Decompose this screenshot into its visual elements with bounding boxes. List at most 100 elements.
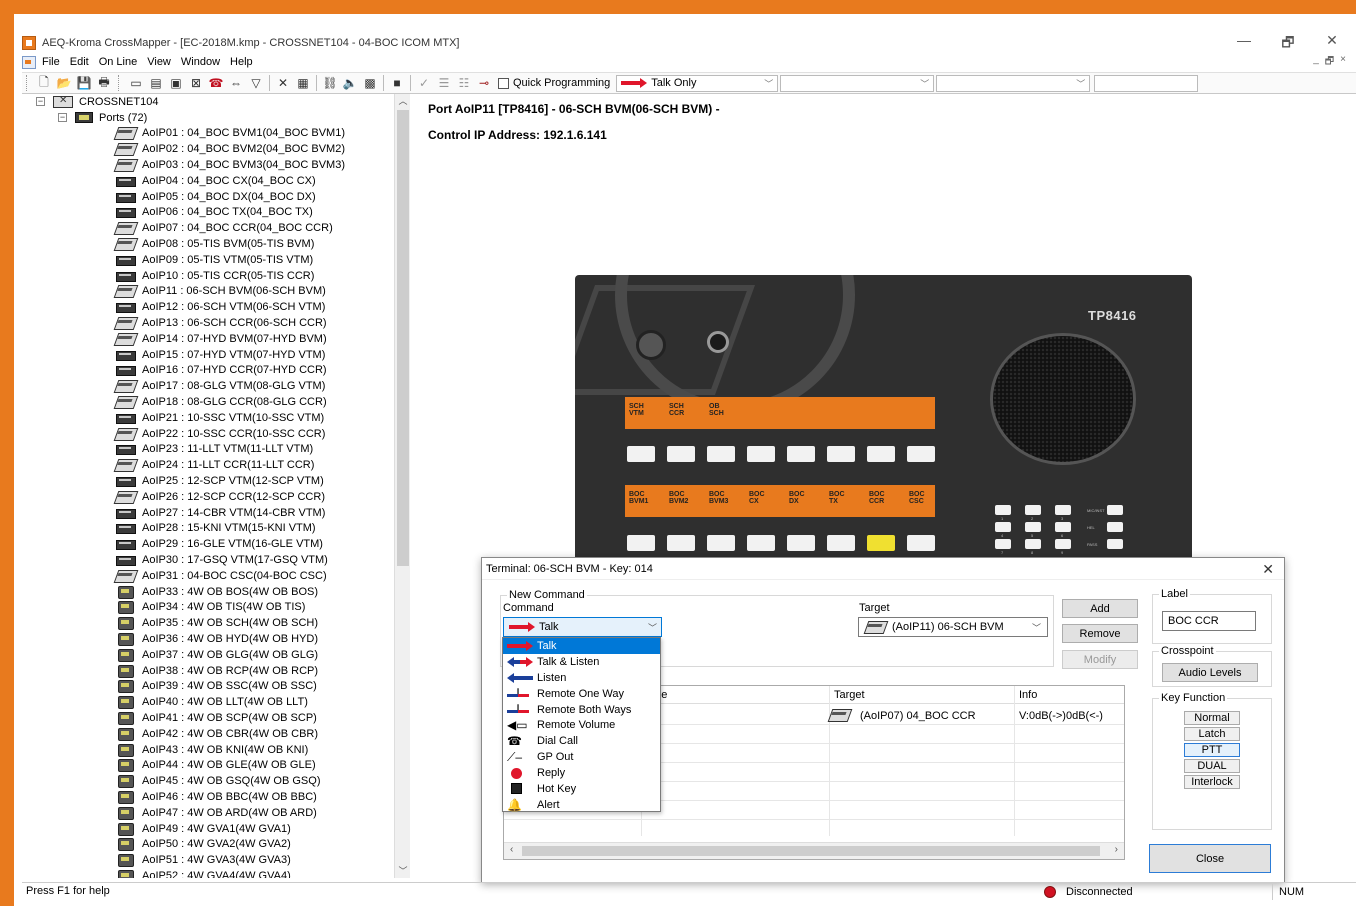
- link-icon[interactable]: ⇔: [227, 75, 245, 91]
- toolbar-grip[interactable]: [26, 75, 30, 91]
- mdi-close-button[interactable]: ×: [1340, 54, 1346, 71]
- tree-port-item[interactable]: AoIP49 : 4W GVA1(4W GVA1): [22, 821, 409, 837]
- dropdown-option[interactable]: Hot Key: [503, 781, 660, 797]
- dialog-close-icon[interactable]: ✕: [1262, 561, 1274, 578]
- tree-root[interactable]: − CROSSNET104: [22, 94, 409, 110]
- menu-online[interactable]: On Line: [99, 56, 138, 68]
- dropdown-option[interactable]: ⟋– GP Out: [503, 749, 660, 765]
- tree-port-item[interactable]: AoIP18 : 08-GLG CCR(08-GLG CCR): [22, 394, 409, 410]
- tree-port-item[interactable]: AoIP16 : 07-HYD CCR(07-HYD CCR): [22, 363, 409, 379]
- check-icon[interactable]: ✓: [415, 75, 433, 91]
- menu-view[interactable]: View: [147, 56, 171, 68]
- tree-scrollbar[interactable]: ︿ ﹀: [394, 94, 410, 878]
- menu-file[interactable]: File: [42, 56, 60, 68]
- tree-port-item[interactable]: AoIP13 : 06-SCH CCR(06-SCH CCR): [22, 315, 409, 331]
- phone-icon[interactable]: ☎: [207, 75, 225, 91]
- tree-port-item[interactable]: AoIP39 : 4W OB SSC(4W OB SSC): [22, 678, 409, 694]
- download-icon[interactable]: ☷: [455, 75, 473, 91]
- tree-port-item[interactable]: AoIP33 : 4W OB BOS(4W OB BOS): [22, 584, 409, 600]
- tree-port-item[interactable]: AoIP01 : 04_BOC BVM1(04_BOC BVM1): [22, 126, 409, 142]
- collapse-icon[interactable]: −: [36, 97, 45, 107]
- tree-port-item[interactable]: AoIP43 : 4W OB KNI(4W OB KNI): [22, 742, 409, 758]
- tree-port-item[interactable]: AoIP27 : 14-CBR VTM(14-CBR VTM): [22, 505, 409, 521]
- remove-button[interactable]: Remove: [1062, 624, 1138, 643]
- tree-port-item[interactable]: AoIP04 : 04_BOC CX(04_BOC CX): [22, 173, 409, 189]
- document-icon[interactable]: [22, 55, 36, 69]
- dropdown-option[interactable]: Talk & Listen: [503, 654, 660, 670]
- tree-port-item[interactable]: AoIP47 : 4W OB ARD(4W OB ARD): [22, 805, 409, 821]
- dropdown-option[interactable]: Listen: [503, 670, 660, 686]
- save-icon[interactable]: 💾: [75, 75, 93, 91]
- tree-port-item[interactable]: AoIP02 : 04_BOC BVM2(04_BOC BVM2): [22, 141, 409, 157]
- tree-port-item[interactable]: AoIP09 : 05-TIS VTM(05-TIS VTM): [22, 252, 409, 268]
- command-select[interactable]: Talk ﹀: [503, 617, 662, 637]
- new-file-icon[interactable]: 🗋: [35, 75, 53, 91]
- scroll-thumb[interactable]: [397, 110, 409, 566]
- tree-port-item[interactable]: AoIP23 : 11-LLT VTM(11-LLT VTM): [22, 442, 409, 458]
- menu-edit[interactable]: Edit: [70, 56, 89, 68]
- modify-button[interactable]: Modify: [1062, 650, 1138, 669]
- print-icon[interactable]: 🖶: [95, 75, 113, 91]
- dropdown-option[interactable]: Reply: [503, 765, 660, 781]
- mdi-restore-button[interactable]: 🗗: [1325, 54, 1334, 71]
- key-function-ptt-button[interactable]: PTT: [1184, 743, 1240, 757]
- network-icon[interactable]: ⛓: [321, 75, 339, 91]
- tree-port-item[interactable]: AoIP40 : 4W OB LLT(4W OB LLT): [22, 694, 409, 710]
- plug-icon[interactable]: ⊸: [475, 75, 493, 91]
- open-folder-icon[interactable]: 📂: [55, 75, 73, 91]
- filter-icon[interactable]: ▽: [247, 75, 265, 91]
- tree-port-item[interactable]: AoIP06 : 04_BOC TX(04_BOC TX): [22, 205, 409, 221]
- tree-port-item[interactable]: AoIP22 : 10-SSC CCR(10-SSC CCR): [22, 426, 409, 442]
- delete-icon[interactable]: ✕: [274, 75, 292, 91]
- audio-levels-button[interactable]: Audio Levels: [1162, 663, 1258, 682]
- tree-port-item[interactable]: AoIP10 : 05-TIS CCR(05-TIS CCR): [22, 268, 409, 284]
- close-button[interactable]: Close: [1149, 844, 1271, 873]
- talk-mode-select[interactable]: Talk Only ﹀: [616, 74, 779, 92]
- quick-programming-checkbox[interactable]: Quick Programming: [498, 77, 610, 89]
- tree-port-item[interactable]: AoIP38 : 4W OB RCP(4W OB RCP): [22, 663, 409, 679]
- tree-port-item[interactable]: AoIP52 : 4W GVA4(4W GVA4): [22, 868, 409, 878]
- label-input[interactable]: BOC CCR: [1162, 611, 1256, 631]
- volume-icon[interactable]: 🔈: [341, 75, 359, 91]
- tree-port-item[interactable]: AoIP46 : 4W OB BBC(4W OB BBC): [22, 789, 409, 805]
- tree-port-item[interactable]: AoIP25 : 12-SCP VTM(12-SCP VTM): [22, 473, 409, 489]
- key-function-latch-button[interactable]: Latch: [1184, 727, 1240, 741]
- tree-port-item[interactable]: AoIP12 : 06-SCH VTM(06-SCH VTM): [22, 299, 409, 315]
- toolbar-grip[interactable]: [118, 75, 122, 91]
- key-function-interlock-button[interactable]: Interlock: [1184, 775, 1240, 789]
- scroll-right-icon[interactable]: ›: [1115, 844, 1118, 855]
- tree-port-item[interactable]: AoIP29 : 16-GLE VTM(16-GLE VTM): [22, 536, 409, 552]
- tree-port-item[interactable]: AoIP28 : 15-KNI VTM(15-KNI VTM): [22, 521, 409, 537]
- key-function-dual-button[interactable]: DUAL: [1184, 759, 1240, 773]
- toolbar-select-2[interactable]: ﹀: [780, 74, 935, 92]
- tree-port-item[interactable]: AoIP34 : 4W OB TIS(4W OB TIS): [22, 600, 409, 616]
- tree-port-item[interactable]: AoIP45 : 4W OB GSQ(4W OB GSQ): [22, 773, 409, 789]
- tree-port-item[interactable]: AoIP31 : 04-BOC CSC(04-BOC CSC): [22, 568, 409, 584]
- collapse-icon[interactable]: −: [58, 113, 67, 123]
- tree-port-item[interactable]: AoIP41 : 4W OB SCP(4W OB SCP): [22, 710, 409, 726]
- tree-port-item[interactable]: AoIP07 : 04_BOC CCR(04_BOC CCR): [22, 220, 409, 236]
- tree-port-item[interactable]: AoIP44 : 4W OB GLE(4W OB GLE): [22, 757, 409, 773]
- tree-port-item[interactable]: AoIP17 : 08-GLG VTM(08-GLG VTM): [22, 378, 409, 394]
- keypad-icon[interactable]: ▤: [147, 75, 165, 91]
- properties-icon[interactable]: ▦: [294, 75, 312, 91]
- dropdown-option[interactable]: ☎ Dial Call: [503, 733, 660, 749]
- toolbar-select-3[interactable]: ﹀: [936, 74, 1091, 92]
- dropdown-option[interactable]: 🔔 Alert: [503, 797, 660, 813]
- scroll-left-icon[interactable]: ‹: [510, 844, 513, 855]
- tree-port-item[interactable]: AoIP50 : 4W GVA2(4W GVA2): [22, 836, 409, 852]
- dropdown-option[interactable]: Talk: [503, 638, 660, 654]
- tree-port-item[interactable]: AoIP05 : 04_BOC DX(04_BOC DX): [22, 189, 409, 205]
- mdi-minimize-button[interactable]: _: [1313, 54, 1319, 71]
- card-icon[interactable]: ▣: [167, 75, 185, 91]
- grid-icon[interactable]: ▩: [361, 75, 379, 91]
- panel-icon[interactable]: ▭: [127, 75, 145, 91]
- tree-port-item[interactable]: AoIP36 : 4W OB HYD(4W OB HYD): [22, 631, 409, 647]
- tree-port-item[interactable]: AoIP15 : 07-HYD VTM(07-HYD VTM): [22, 347, 409, 363]
- table-horizontal-scrollbar[interactable]: ‹ ›: [504, 842, 1124, 859]
- tree-port-item[interactable]: AoIP51 : 4W GVA3(4W GVA3): [22, 852, 409, 868]
- checkbox-box[interactable]: [498, 77, 509, 89]
- dropdown-option[interactable]: ◀▭ Remote Volume: [503, 717, 660, 733]
- tree-port-item[interactable]: AoIP26 : 12-SCP CCR(12-SCP CCR): [22, 489, 409, 505]
- tree-port-item[interactable]: AoIP08 : 05-TIS BVM(05-TIS BVM): [22, 236, 409, 252]
